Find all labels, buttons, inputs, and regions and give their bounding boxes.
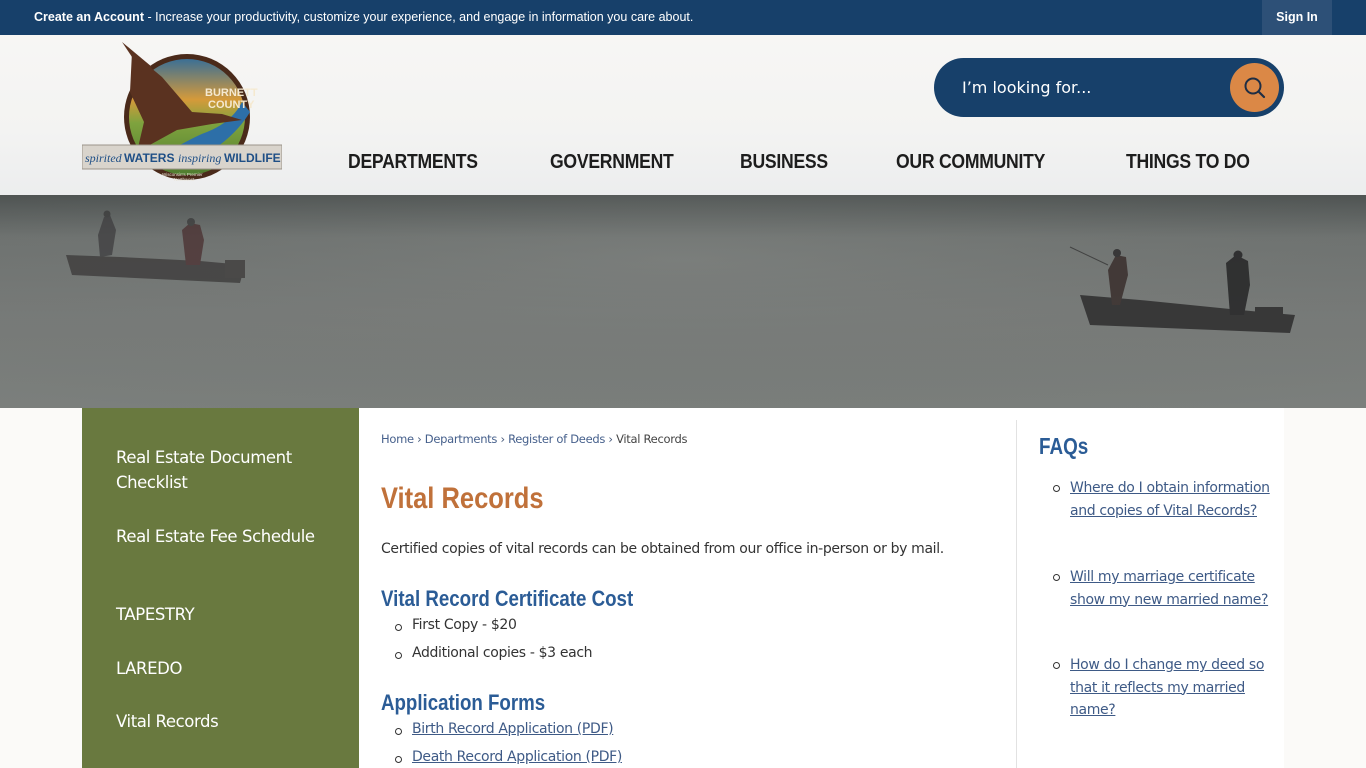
intro-text: Certified copies of vital records can be… bbox=[381, 541, 944, 557]
form-item: Death Record Application (PDF) bbox=[395, 749, 622, 765]
logo-text-county: COUNTY bbox=[208, 99, 255, 111]
sidenav-item-laredo[interactable]: LAREDO bbox=[116, 656, 316, 681]
birth-record-application-link[interactable]: Birth Record Application (PDF) bbox=[412, 721, 614, 737]
fishing-boats-fog-image bbox=[0, 195, 1366, 408]
top-bar: Create an Account - Increase your produc… bbox=[0, 0, 1366, 35]
breadcrumb-separator: › bbox=[608, 432, 613, 446]
breadcrumb-register-of-deeds[interactable]: Register of Deeds bbox=[508, 432, 605, 446]
cost-heading: Vital Record Certificate Cost bbox=[381, 586, 634, 611]
sidenav-item-real-estate-fee-schedule[interactable]: Real Estate Fee Schedule bbox=[116, 524, 316, 549]
breadcrumb-separator: › bbox=[417, 432, 422, 446]
nav-business[interactable]: BUSINESS bbox=[740, 151, 828, 174]
breadcrumb: Home › Departments › Register of Deeds ›… bbox=[381, 432, 687, 446]
create-account-link[interactable]: Create an Account bbox=[34, 10, 144, 24]
death-record-application-link[interactable]: Death Record Application (PDF) bbox=[412, 749, 622, 765]
sidenav-item-tapestry[interactable]: TAPESTRY bbox=[116, 602, 316, 627]
nav-our-community[interactable]: OUR COMMUNITY bbox=[896, 151, 1045, 174]
faq-item: Will my marriage certificate show my new… bbox=[1053, 566, 1270, 611]
faq-link-marriage-certificate-name[interactable]: Will my marriage certificate show my new… bbox=[1070, 569, 1268, 608]
nav-departments[interactable]: DEPARTMENTS bbox=[348, 151, 478, 174]
create-account-promo: Create an Account - Increase your produc… bbox=[34, 0, 693, 35]
search-input[interactable] bbox=[962, 58, 1222, 117]
faq-link-obtain-vital-records[interactable]: Where do I obtain information and copies… bbox=[1070, 480, 1270, 519]
breadcrumb-separator: › bbox=[500, 432, 505, 446]
nav-things-to-do[interactable]: THINGS TO DO bbox=[1126, 151, 1250, 174]
cost-item: Additional copies - $3 each bbox=[394, 645, 593, 661]
search-button[interactable] bbox=[1230, 63, 1279, 112]
faq-link-change-deed-name[interactable]: How do I change my deed so that it refle… bbox=[1070, 657, 1264, 718]
faq-sidebar: FAQs Where do I obtain information and c… bbox=[1039, 408, 1279, 768]
cost-item: First Copy - $20 bbox=[395, 617, 517, 633]
forms-heading: Application Forms bbox=[381, 690, 546, 715]
side-navigation: Real Estate Document Checklist Real Esta… bbox=[82, 408, 359, 768]
main-content: Home › Departments › Register of Deeds ›… bbox=[381, 408, 1001, 768]
sidenav-item-vital-records[interactable]: Vital Records bbox=[116, 709, 316, 734]
main-nav: DEPARTMENTS GOVERNMENT BUSINESS OUR COMM… bbox=[0, 151, 1366, 181]
breadcrumb-current: Vital Records bbox=[616, 432, 688, 446]
form-item: Birth Record Application (PDF) bbox=[394, 721, 614, 737]
breadcrumb-home[interactable]: Home bbox=[381, 432, 414, 446]
column-divider bbox=[1016, 420, 1017, 768]
nav-government[interactable]: GOVERNMENT bbox=[550, 151, 674, 174]
faq-item: How do I change my deed so that it refle… bbox=[1053, 654, 1270, 722]
faq-item: Where do I obtain information and copies… bbox=[1053, 477, 1270, 522]
logo-text-burnett: BURNETT bbox=[205, 87, 258, 99]
site-header: BURNETT COUNTY spirited WATERS inspiring… bbox=[0, 35, 1366, 195]
search-icon bbox=[1244, 77, 1265, 98]
page-title: Vital Records bbox=[381, 482, 544, 515]
site-search bbox=[934, 58, 1284, 117]
breadcrumb-departments[interactable]: Departments bbox=[425, 432, 498, 446]
promo-text: - Increase your productivity, customize … bbox=[143, 10, 694, 24]
hero-banner-image bbox=[0, 195, 1366, 408]
faq-title: FAQs bbox=[1039, 433, 1089, 459]
sign-in-button[interactable]: Sign In bbox=[1262, 0, 1332, 35]
sidenav-item-real-estate-document-checklist[interactable]: Real Estate Document Checklist bbox=[116, 445, 316, 495]
